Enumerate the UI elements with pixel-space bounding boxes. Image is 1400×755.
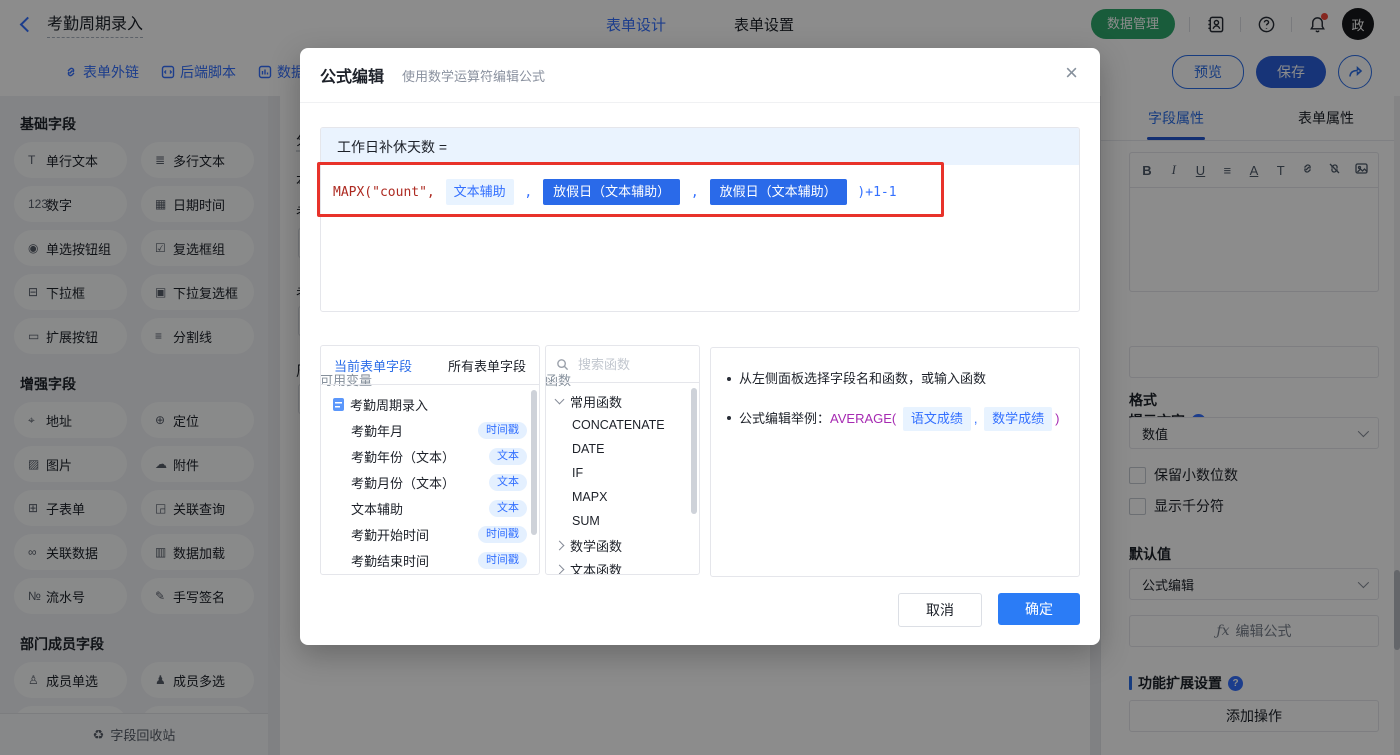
- variable-type-badge: 文本: [489, 447, 527, 465]
- variable-type-badge: 文本: [489, 499, 527, 517]
- function-item[interactable]: IF: [546, 461, 699, 485]
- formula-expression[interactable]: MAPX("count", 文本辅助 , 放假日（文本辅助） , 放假日（文本辅…: [321, 165, 1079, 219]
- help-line-1: 从左侧面板选择字段名和函数，或输入函数: [727, 368, 1063, 390]
- close-icon[interactable]: ×: [1065, 62, 1078, 84]
- variables-tabs: 当前表单字段 所有表单字段: [321, 346, 539, 385]
- variable-name: 考勤月份（文本）: [351, 475, 456, 491]
- function-item[interactable]: CONCATENATE: [546, 413, 699, 437]
- modal-title: 公式编辑: [320, 69, 385, 86]
- formula-separator: ,: [524, 185, 533, 200]
- example-comma: ,: [973, 411, 978, 426]
- function-group-math[interactable]: 数学函数: [546, 533, 699, 557]
- function-group-common[interactable]: 常用函数: [546, 389, 699, 413]
- function-group-label: 文本函数: [570, 562, 623, 575]
- formula-editor-box: 工作日补休天数 = MAPX("count", 文本辅助 , 放假日（文本辅助）…: [320, 127, 1080, 312]
- chevron-right-icon: [554, 540, 565, 550]
- function-item[interactable]: MAPX: [546, 485, 699, 509]
- function-search: [546, 346, 699, 383]
- variables-panel: 当前表单字段 所有表单字段 考勤周期录入 考勤年月 时间戳 考勤年份（文本） 文…: [320, 345, 540, 575]
- example-function-open: AVERAGE(: [830, 411, 897, 426]
- function-search-input[interactable]: [576, 355, 680, 373]
- variable-type-badge: 时间戳: [478, 525, 527, 543]
- modal-subtitle: 使用数学运算符编辑公式: [402, 68, 546, 84]
- field-chip-token[interactable]: 文本辅助: [445, 179, 514, 205]
- formula-help-panel: 从左侧面板选择字段名和函数，或输入函数 公式编辑举例：AVERAGE( 语文成绩…: [710, 347, 1080, 577]
- function-group-label: 数学函数: [570, 538, 623, 554]
- function-group-text[interactable]: 文本函数: [546, 557, 699, 575]
- tab-current-form-fields[interactable]: 当前表单字段: [334, 356, 412, 375]
- formula-function-token: MAPX("count",: [333, 185, 435, 200]
- bullet-icon: [727, 377, 731, 381]
- help-example-prefix: 公式编辑举例：: [739, 411, 831, 426]
- variables-scrollbar-thumb[interactable]: [531, 390, 537, 535]
- variables-tree: 考勤周期录入 考勤年月 时间戳 考勤年份（文本） 文本 考勤月份（文本） 文本 …: [321, 385, 539, 574]
- example-field-chip: 语文成绩: [902, 407, 971, 431]
- field-chip-token-selected[interactable]: 放假日（文本辅助）: [543, 179, 681, 205]
- formula-separator: ,: [690, 185, 699, 200]
- variable-row[interactable]: 考勤年月 时间戳: [321, 417, 539, 443]
- variable-row[interactable]: 考勤开始时间 时间戳: [321, 521, 539, 547]
- function-group-label: 常用函数: [570, 394, 623, 410]
- function-item[interactable]: DATE: [546, 437, 699, 461]
- variable-name: 考勤年份（文本）: [351, 449, 456, 465]
- function-item[interactable]: SUM: [546, 509, 699, 533]
- variable-row[interactable]: 考勤结束时间 时间戳: [321, 547, 539, 573]
- variable-name: 考勤结束时间: [351, 553, 430, 569]
- tab-all-form-fields[interactable]: 所有表单字段: [448, 356, 526, 375]
- bullet-icon: [727, 416, 731, 420]
- variable-type-badge: 文本: [489, 473, 527, 491]
- variable-name: 考勤开始时间: [351, 527, 430, 543]
- variable-row[interactable]: [321, 573, 539, 574]
- cancel-button[interactable]: 取消: [898, 593, 982, 627]
- chevron-down-icon: [554, 394, 565, 405]
- help-line-2: 公式编辑举例：AVERAGE( 语文成绩, 数学成绩): [727, 407, 1063, 431]
- confirm-button[interactable]: 确定: [998, 593, 1080, 625]
- functions-scrollbar-thumb[interactable]: [691, 388, 697, 514]
- example-function-close: ): [1055, 411, 1060, 426]
- help-example: 公式编辑举例：AVERAGE( 语文成绩, 数学成绩): [739, 407, 1059, 431]
- form-designer-app: 考勤周期录入 表单设计 表单设置 数据管理 政 表单外链 后端脚本 预览 保存 …: [0, 0, 1400, 755]
- tree-root-label: 考勤周期录入: [350, 397, 429, 413]
- modal-footer: 取消 确定: [898, 593, 1080, 627]
- variable-name: 考勤年月: [351, 423, 404, 439]
- variable-type-badge: 时间戳: [478, 551, 527, 569]
- variable-row[interactable]: 考勤年份（文本） 文本: [321, 443, 539, 469]
- formula-target: 工作日补休天数 =: [321, 128, 1079, 165]
- formula-tail-token: )+1-1: [857, 185, 897, 200]
- modal-header: 公式编辑 使用数学运算符编辑公式 ×: [300, 48, 1100, 103]
- variable-row[interactable]: 文本辅助 文本: [321, 495, 539, 521]
- chevron-right-icon: [554, 564, 565, 574]
- tree-root-form[interactable]: 考勤周期录入: [321, 391, 539, 417]
- variable-row[interactable]: 考勤月份（文本） 文本: [321, 469, 539, 495]
- formula-edit-modal: 公式编辑 使用数学运算符编辑公式 × 工作日补休天数 = MAPX("count…: [300, 48, 1100, 645]
- variable-name: 文本辅助: [351, 501, 404, 517]
- functions-tree: 常用函数 CONCATENATE DATE IF MAPX SUM 数学函数 文…: [546, 383, 699, 575]
- help-text: 从左侧面板选择字段名和函数，或输入函数: [739, 371, 987, 386]
- variables-list: 考勤年月 时间戳 考勤年份（文本） 文本 考勤月份（文本） 文本 文本辅助 文本…: [321, 417, 539, 574]
- variable-type-badge: 时间戳: [478, 421, 527, 439]
- function-list: CONCATENATE DATE IF MAPX SUM: [546, 413, 699, 533]
- example-field-chip: 数学成绩: [984, 407, 1053, 431]
- field-chip-token-selected[interactable]: 放假日（文本辅助）: [709, 179, 847, 205]
- functions-panel: 常用函数 CONCATENATE DATE IF MAPX SUM: [545, 345, 700, 575]
- search-icon: [557, 358, 569, 370]
- form-doc-icon: [333, 397, 344, 411]
